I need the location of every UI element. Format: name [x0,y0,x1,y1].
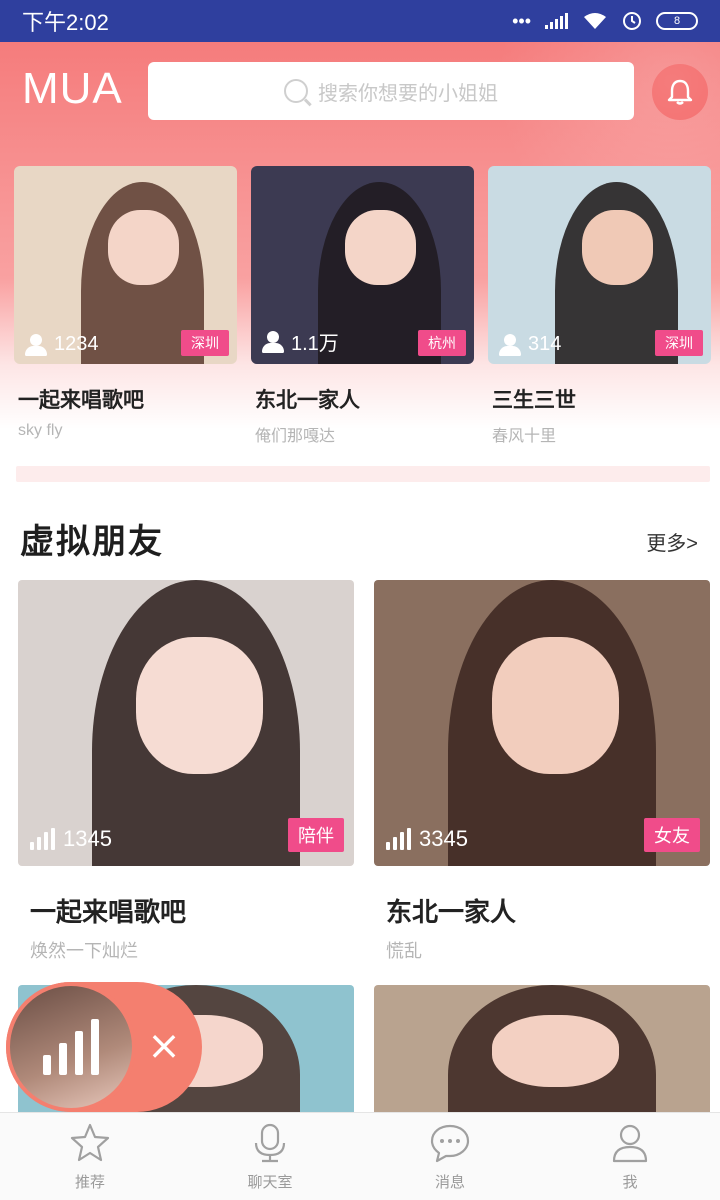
wifi-icon [584,13,606,29]
viewer-count-value: 1234 [54,333,99,355]
room-photo: 1234 深圳 [14,166,237,364]
player-avatar[interactable] [6,982,136,1112]
user-icon [612,1124,648,1163]
friend-photo: 3345 女友 [374,580,710,866]
battery-icon: 8 [656,12,698,30]
person-icon [24,333,48,356]
tab-label: 推荐 [74,1174,105,1191]
tab-me[interactable]: 我 [540,1113,720,1200]
city-tag: 深圳 [181,330,229,356]
viewer-count: 314 [498,333,561,356]
status-icons: ••• 8 [512,11,698,32]
top-room-list: 1234 深圳 一起来唱歌吧 sky fly 1.1万 杭州 东北一家人 俺们那… [14,166,714,446]
city-tag: 深圳 [655,330,703,356]
viewer-count: 1.1万 [261,327,339,356]
close-icon[interactable]: × [144,1026,184,1066]
search-icon [284,79,308,103]
listener-count-value: 3345 [419,826,468,851]
friend-type-tag: 女友 [644,818,700,852]
room-card[interactable]: 1234 深圳 一起来唱歌吧 sky fly [14,166,237,446]
room-card[interactable]: 1.1万 杭州 东北一家人 俺们那嘎达 [251,166,474,446]
app-logo: MUA [22,64,123,113]
audio-bars-icon [30,828,55,850]
room-subtitle: 俺们那嘎达 [255,428,336,445]
friend-photo: 1345 陪伴 [18,580,354,866]
star-icon [70,1123,110,1162]
bell-icon [667,79,693,105]
viewer-count-value: 1.1万 [291,333,339,355]
section-title: 虚拟朋友 [20,523,164,561]
friend-title: 东北一家人 [386,897,517,927]
viewer-count: 1234 [24,333,99,356]
room-title: 三生三世 [492,389,576,412]
friend-card[interactable]: 3345 女友 东北一家人 慌乱 [374,580,710,963]
room-title: 一起来唱歌吧 [18,389,144,412]
floating-player[interactable]: × [6,982,202,1112]
room-subtitle: sky fly [18,422,63,439]
person-icon [261,330,285,353]
tab-recommend[interactable]: 推荐 [0,1113,180,1200]
status-bar: 下午2:02 ••• 8 [0,0,720,42]
person-icon [498,333,522,356]
more-link[interactable]: 更多> [646,527,698,556]
listener-count-value: 1345 [63,826,112,851]
friend-type-tag: 陪伴 [288,818,344,852]
tab-label: 消息 [434,1174,465,1191]
room-title: 东北一家人 [255,389,360,412]
room-subtitle: 春风十里 [492,428,557,445]
viewer-count-value: 314 [528,333,562,355]
friend-subtitle: 慌乱 [386,941,422,961]
audio-bars-icon [43,1019,99,1075]
room-card[interactable]: 314 深圳 三生三世 春风十里 [488,166,711,446]
alarm-icon [623,12,641,30]
room-photo: 314 深圳 [488,166,711,364]
more-dots-icon: ••• [512,10,531,31]
search-placeholder: 搜索你想要的小姐姐 [318,82,498,105]
notification-button[interactable] [652,64,708,120]
friend-subtitle: 焕然一下灿烂 [30,941,138,961]
friend-title: 一起来唱歌吧 [30,897,187,927]
tab-label: 我 [622,1174,638,1191]
audio-bars-icon [386,828,411,850]
friend-card[interactable]: 1345 陪伴 一起来唱歌吧 焕然一下灿烂 [18,580,354,963]
city-tag: 杭州 [418,330,466,356]
status-time: 下午2:02 [22,10,109,35]
tab-messages[interactable]: 消息 [360,1113,540,1200]
listener-count: 1345 [30,826,112,852]
battery-level: 8 [673,15,681,27]
section-divider [16,466,710,482]
microphone-icon [254,1123,286,1163]
bottom-nav: 推荐 聊天室 消息 我 [0,1112,720,1200]
search-input[interactable]: 搜索你想要的小姐姐 [148,62,634,120]
tab-label: 聊天室 [247,1174,293,1191]
room-photo: 1.1万 杭州 [251,166,474,364]
signal-icon [545,13,568,29]
tab-chatroom[interactable]: 聊天室 [180,1113,360,1200]
listener-count: 3345 [386,826,468,852]
message-bubble-icon [430,1124,470,1163]
